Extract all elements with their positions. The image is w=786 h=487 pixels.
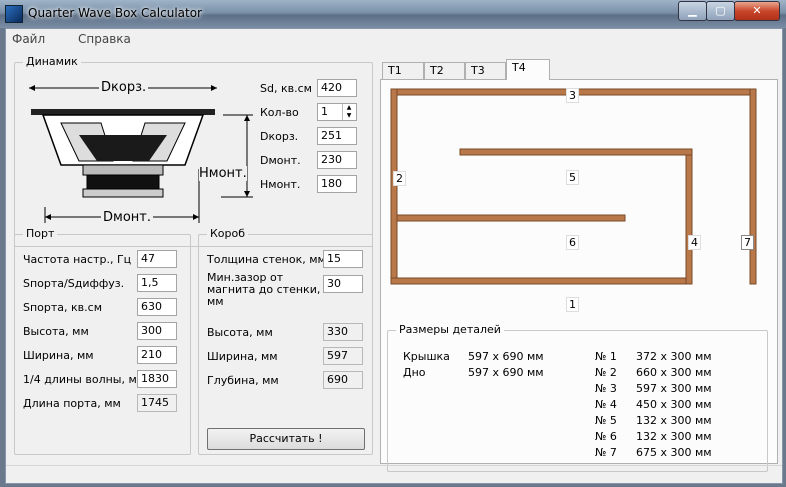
speaker-magnet xyxy=(82,164,164,176)
title-bar: Quarter Wave Box Calculator ▁ ▢ ✕ xyxy=(0,0,786,28)
status-bar xyxy=(6,465,782,484)
wall-thickness-input[interactable]: 15 xyxy=(323,250,363,268)
part-bottom-name: Дно xyxy=(403,366,426,379)
h-mount-field-label: Hмонт. xyxy=(260,178,301,191)
part-3-name: № 3 xyxy=(595,382,617,395)
panel-2 xyxy=(390,88,398,285)
tab-t3[interactable]: T3 xyxy=(465,62,506,79)
panel-5 xyxy=(459,148,693,156)
sd-input[interactable]: 420 xyxy=(317,79,357,97)
port-ratio-label: Sпорта/Sдиффуз. xyxy=(23,277,125,290)
part-2-size: 660 x 300 мм xyxy=(636,366,712,379)
panel-6 xyxy=(396,214,626,222)
part-7-name: № 7 xyxy=(595,446,617,459)
part-lid-name: Крышка xyxy=(403,350,450,363)
count-spinner[interactable]: 1 ▲ ▼ xyxy=(317,103,357,121)
panel-label-4: 4 xyxy=(688,235,701,250)
menu-file[interactable]: Файл xyxy=(12,32,45,46)
close-button[interactable]: ✕ xyxy=(734,1,780,21)
sd-label: Sd, кв.см xyxy=(260,82,312,95)
menu-bar: Файл Справка xyxy=(6,29,782,49)
port-freq-input[interactable]: 47 xyxy=(137,250,177,268)
panel-label-5: 5 xyxy=(566,170,579,185)
box-drawing xyxy=(390,88,757,285)
part-5-size: 132 x 300 мм xyxy=(636,414,712,427)
part-5-name: № 5 xyxy=(595,414,617,427)
panel-label-6: 6 xyxy=(566,235,579,250)
speaker-frame xyxy=(31,109,215,115)
port-group-title: Порт xyxy=(23,227,58,240)
port-group: Порт Частота настр., Гц 47 Sпорта/Sдиффу… xyxy=(14,227,191,455)
box-depth-value: 690 xyxy=(323,371,363,389)
h-mount-label: Hмонт. xyxy=(199,166,247,181)
menu-help[interactable]: Справка xyxy=(78,32,131,46)
port-freq-label: Частота настр., Гц xyxy=(23,253,132,266)
box-group-title: Короб xyxy=(207,227,249,240)
tab-t2[interactable]: T2 xyxy=(424,62,465,79)
tab-panel-t4: 3 2 5 6 4 7 1 Размеры деталей Крышка 597… xyxy=(380,79,778,472)
port-length-value: 1745 xyxy=(137,394,177,412)
d-box-input[interactable]: 251 xyxy=(317,127,357,145)
spinner-arrows-icon[interactable]: ▲ ▼ xyxy=(342,104,355,120)
part-lid-size: 597 x 690 мм xyxy=(468,350,544,363)
count-label: Кол-во xyxy=(260,106,299,119)
d-mount-input[interactable]: 230 xyxy=(317,151,357,169)
app-client-area: Файл Справка Динамик Dкорз. Hмонт. Dмонт… xyxy=(5,28,783,484)
box-height-label: Высота, мм xyxy=(207,326,273,339)
count-value: 1 xyxy=(321,105,328,118)
h-mount-input[interactable]: 180 xyxy=(317,175,357,193)
port-ratio-input[interactable]: 1,5 xyxy=(137,274,177,292)
speaker-group-title: Динамик xyxy=(23,55,81,68)
panel-label-2: 2 xyxy=(393,171,406,186)
port-width-label: Ширина, мм xyxy=(23,349,94,362)
wall-thickness-label: Толщина стенок, мм xyxy=(207,253,326,266)
d-mount-label: Dмонт. xyxy=(101,210,153,225)
app-icon xyxy=(5,5,23,23)
part-2-name: № 2 xyxy=(595,366,617,379)
parts-group-title: Размеры деталей xyxy=(396,323,504,336)
quarter-wave-input[interactable]: 1830 xyxy=(137,370,177,388)
calculate-button[interactable]: Рассчитать ! xyxy=(207,428,365,450)
port-height-input[interactable]: 300 xyxy=(137,322,177,340)
part-3-size: 597 x 300 мм xyxy=(636,382,712,395)
window-title: Quarter Wave Box Calculator xyxy=(28,6,202,20)
box-width-value: 597 xyxy=(323,347,363,365)
min-gap-label: Мин.зазор от магнита до стенки, мм xyxy=(207,271,321,308)
minimize-button[interactable]: ▁ xyxy=(678,1,707,21)
tab-t1[interactable]: T1 xyxy=(382,62,424,79)
tab-t4[interactable]: T4 xyxy=(506,59,550,80)
port-length-label: Длина порта, мм xyxy=(23,397,121,410)
d-box-field-label: Dкорз. xyxy=(260,130,299,143)
part-bottom-size: 597 x 690 мм xyxy=(468,366,544,379)
d-box-label: Dкорз. xyxy=(99,80,149,95)
port-width-input[interactable]: 210 xyxy=(137,346,177,364)
part-7-size: 675 x 300 мм xyxy=(636,446,712,459)
quarter-wave-label: 1/4 длины волны, мм xyxy=(23,373,146,386)
port-area-input[interactable]: 630 xyxy=(137,298,177,316)
box-width-label: Ширина, мм xyxy=(207,350,278,363)
speaker-group: Динамик Dкорз. Hмонт. Dмонт. Sd, кв.см 4… xyxy=(14,55,373,247)
part-6-name: № 6 xyxy=(595,430,617,443)
panel-label-3: 3 xyxy=(566,88,579,103)
part-1-name: № 1 xyxy=(595,350,617,363)
panel-1 xyxy=(390,277,693,285)
part-4-name: № 4 xyxy=(595,398,617,411)
box-depth-label: Глубина, мм xyxy=(207,374,279,387)
part-6-size: 132 x 300 мм xyxy=(636,430,712,443)
box-height-value: 330 xyxy=(323,323,363,341)
part-1-size: 372 x 300 мм xyxy=(636,350,712,363)
maximize-button[interactable]: ▢ xyxy=(706,1,735,21)
d-mount-field-label: Dмонт. xyxy=(260,154,301,167)
part-4-size: 450 x 300 мм xyxy=(636,398,712,411)
panel-label-1: 1 xyxy=(566,297,579,312)
min-gap-input[interactable]: 30 xyxy=(323,275,363,293)
parts-group: Размеры деталей Крышка 597 x 690 мм Дно … xyxy=(387,323,768,472)
panel-label-7: 7 xyxy=(741,235,754,250)
port-area-label: Sпорта, кв.см xyxy=(23,301,102,314)
panel-4 xyxy=(685,148,693,285)
port-height-label: Высота, мм xyxy=(23,325,89,338)
box-group: Короб Толщина стенок, мм 15 Мин.зазор от… xyxy=(198,227,373,455)
panel-7 xyxy=(749,88,757,285)
